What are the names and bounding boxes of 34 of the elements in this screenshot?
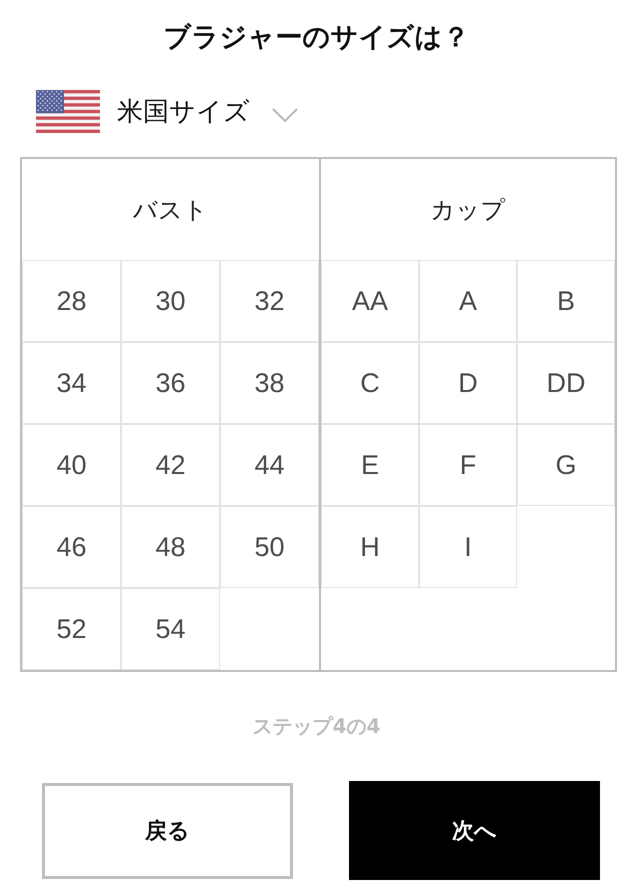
size-option[interactable]: G: [517, 424, 615, 506]
step-indicator: ステップ4の4: [252, 714, 380, 738]
column-heading: カップ: [430, 194, 506, 226]
back-button[interactable]: 戻る: [42, 782, 293, 878]
size-option[interactable]: 34: [22, 342, 121, 424]
next-button[interactable]: 次へ: [349, 781, 600, 880]
column-heading: バスト: [133, 194, 208, 226]
size-option[interactable]: F: [419, 424, 517, 506]
size-option[interactable]: B: [517, 260, 615, 342]
size-option[interactable]: 28: [22, 260, 121, 342]
size-option[interactable]: DD: [517, 342, 615, 424]
size-option[interactable]: 52: [22, 588, 121, 670]
size-option[interactable]: 54: [121, 588, 220, 670]
chevron-down-icon: [272, 108, 298, 122]
size-option[interactable]: H: [321, 506, 419, 588]
size-option[interactable]: 44: [220, 424, 319, 506]
size-option[interactable]: 50: [220, 506, 319, 588]
size-option[interactable]: 48: [121, 506, 220, 588]
size-system-dropdown[interactable]: 米国サイズ: [36, 86, 298, 136]
size-option[interactable]: 42: [121, 424, 220, 506]
size-option[interactable]: 40: [22, 424, 121, 506]
page-title: ブラジャーのサイズは？: [164, 21, 470, 54]
size-option[interactable]: AA: [321, 260, 419, 342]
size-option[interactable]: I: [419, 506, 517, 588]
flag-icon: [36, 90, 100, 132]
size-option[interactable]: 32: [220, 260, 319, 342]
size-option[interactable]: 30: [121, 260, 220, 342]
size-option[interactable]: A: [419, 260, 517, 342]
size-option[interactable]: E: [321, 424, 419, 506]
size-option[interactable]: 38: [220, 342, 319, 424]
size-option[interactable]: C: [321, 342, 419, 424]
size-option[interactable]: 36: [121, 342, 220, 424]
size-option[interactable]: 46: [22, 506, 121, 588]
size-option[interactable]: D: [419, 342, 517, 424]
